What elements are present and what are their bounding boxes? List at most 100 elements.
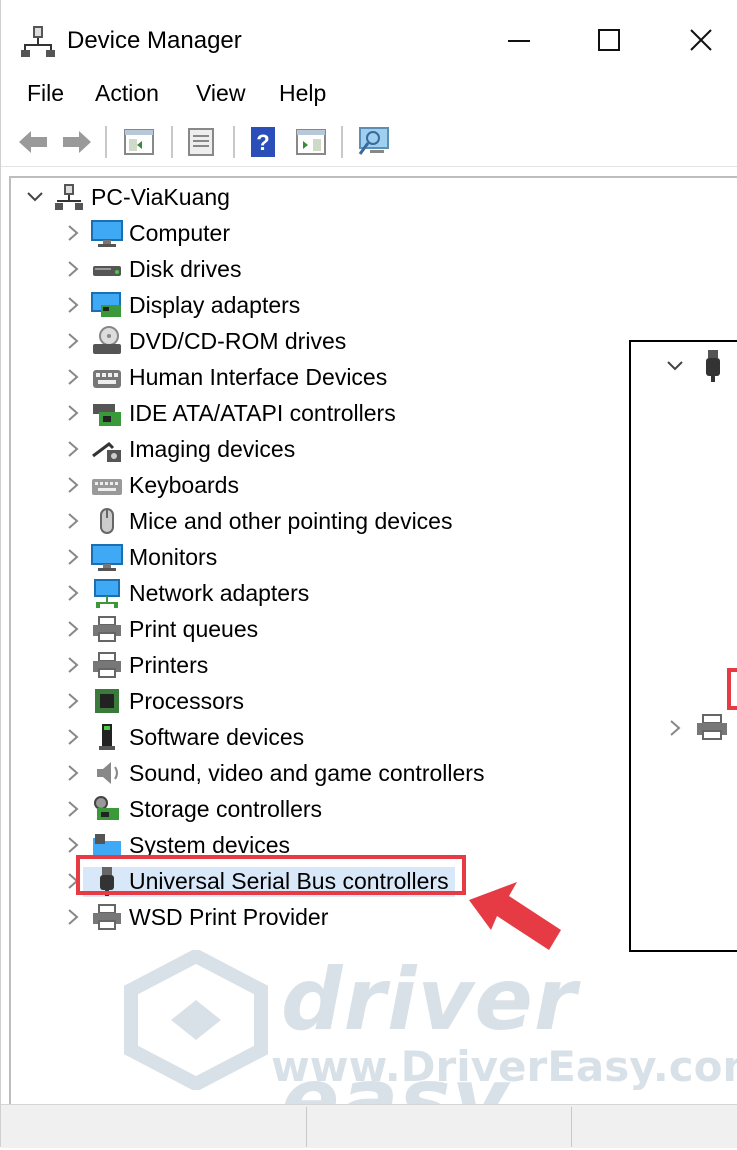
tree-item[interactable]: Sound, video and game controllers <box>61 756 484 790</box>
expand-toggle[interactable] <box>61 509 85 533</box>
expand-toggle[interactable] <box>61 329 85 353</box>
chevron-right-icon <box>68 585 79 601</box>
close-button[interactable] <box>671 18 731 62</box>
tree-item[interactable]: Processors <box>61 684 244 718</box>
printer-icon <box>697 714 727 740</box>
expand-toggle[interactable] <box>61 617 85 641</box>
expand-toggle[interactable] <box>61 653 85 677</box>
tree-item[interactable]: Network adapters <box>61 576 309 610</box>
maximize-icon <box>598 29 620 51</box>
tree-item[interactable]: Computer <box>61 216 230 250</box>
camera-icon <box>91 434 123 464</box>
expand-toggle[interactable] <box>61 473 85 497</box>
menu-help[interactable]: Help <box>279 78 326 108</box>
chevron-right-icon <box>68 261 79 277</box>
expand-toggle[interactable] <box>61 545 85 569</box>
tree-root[interactable]: PC-ViaKuang <box>23 180 230 214</box>
chevron-right-icon <box>68 513 79 529</box>
tree-item-label: Network adapters <box>129 580 310 606</box>
chevron-right-icon <box>68 837 79 853</box>
expand-toggle[interactable] <box>61 257 85 281</box>
properties-button[interactable] <box>183 124 219 160</box>
action-pane-button[interactable] <box>293 124 329 160</box>
expand-toggle[interactable] <box>61 293 85 317</box>
back-button[interactable] <box>15 124 51 160</box>
chevron-right-icon <box>68 333 79 349</box>
chevron-right-icon <box>68 765 79 781</box>
chevron-right-icon <box>68 297 79 313</box>
tree-item[interactable]: Mice and other pointing devices <box>61 504 452 538</box>
tree-item-label: Software devices <box>129 724 305 750</box>
help-icon: ? <box>251 127 275 157</box>
help-button[interactable]: ? <box>245 124 281 160</box>
printer-icon <box>91 614 123 644</box>
console-tree-icon <box>124 129 154 155</box>
chevron-right-icon <box>68 729 79 745</box>
tree-item[interactable]: Storage controllers <box>61 792 322 826</box>
menu-action[interactable]: Action <box>95 78 159 108</box>
computer-icon <box>91 218 123 248</box>
tree-item-label: Human Interface Devices <box>129 364 388 390</box>
usb-icon <box>706 350 720 382</box>
tree-item[interactable]: WSD Print Provider <box>61 900 328 934</box>
tree-item[interactable]: Print queues <box>61 612 258 646</box>
tree-item-label: Storage controllers <box>129 796 323 822</box>
back-arrow-icon <box>19 131 47 153</box>
keyboard-icon <box>91 470 123 500</box>
tree-item-label: Disk drives <box>129 256 242 282</box>
expand-toggle[interactable] <box>61 401 85 425</box>
forward-button[interactable] <box>59 124 95 160</box>
display-adapter-icon <box>91 290 123 320</box>
device-tree: PC-ViaKuang Computer Disk drives Display ad… <box>9 176 737 1104</box>
expand-toggle[interactable] <box>61 725 85 749</box>
expand-toggle[interactable] <box>61 833 85 857</box>
chevron-down-icon <box>27 192 43 202</box>
maximize-button[interactable] <box>579 18 639 62</box>
expand-toggle[interactable] <box>61 797 85 821</box>
tree-item[interactable]: Display adapters <box>61 288 300 322</box>
tree-item[interactable]: Keyboards <box>61 468 239 502</box>
toolbar-separator <box>105 126 107 158</box>
tree-item-label: DVD/CD-ROM drives <box>129 328 347 354</box>
title-bar: Device Manager <box>1 0 737 78</box>
chevron-right-icon <box>68 657 79 673</box>
software-device-icon <box>91 722 123 752</box>
tree-item[interactable]: Disk drives <box>61 252 241 286</box>
ide-controller-icon <box>91 398 123 428</box>
expand-toggle[interactable] <box>23 185 47 209</box>
expand-toggle[interactable] <box>61 581 85 605</box>
usb-highlight-box <box>76 855 466 895</box>
tree-item[interactable]: DVD/CD-ROM drives <box>61 324 346 358</box>
toolbar-separator <box>233 126 235 158</box>
properties-icon <box>188 128 214 156</box>
expand-toggle[interactable] <box>61 689 85 713</box>
tree-item[interactable]: Printers <box>61 648 208 682</box>
expand-toggle[interactable] <box>61 761 85 785</box>
tree-item-label: Print queues <box>129 616 259 642</box>
scan-hardware-button[interactable] <box>355 124 391 160</box>
device-manager-icon <box>21 24 55 58</box>
printer-icon <box>91 650 123 680</box>
hid-icon <box>91 362 123 392</box>
tree-item[interactable]: Human Interface Devices <box>61 360 387 394</box>
tree-item[interactable]: Monitors <box>61 540 217 574</box>
minimize-icon <box>508 40 530 42</box>
minimize-button[interactable] <box>489 18 549 62</box>
inset-panel <box>629 340 737 952</box>
expand-toggle[interactable] <box>61 365 85 389</box>
chevron-right-icon <box>68 801 79 817</box>
tree-item[interactable]: Imaging devices <box>61 432 295 466</box>
tree-root-label: PC-ViaKuang <box>91 184 230 210</box>
chevron-right-icon <box>68 909 79 925</box>
expand-toggle[interactable] <box>61 221 85 245</box>
menu-file[interactable]: File <box>27 78 64 108</box>
expand-toggle[interactable] <box>61 437 85 461</box>
tree-item[interactable]: Software devices <box>61 720 304 754</box>
menu-view[interactable]: View <box>196 78 245 108</box>
expand-toggle[interactable] <box>61 905 85 929</box>
monitor-icon <box>91 542 123 572</box>
chevron-right-icon <box>68 225 79 241</box>
mouse-icon <box>91 506 123 536</box>
tree-item[interactable]: IDE ATA/ATAPI controllers <box>61 396 396 430</box>
show-hide-console-tree-button[interactable] <box>121 124 157 160</box>
